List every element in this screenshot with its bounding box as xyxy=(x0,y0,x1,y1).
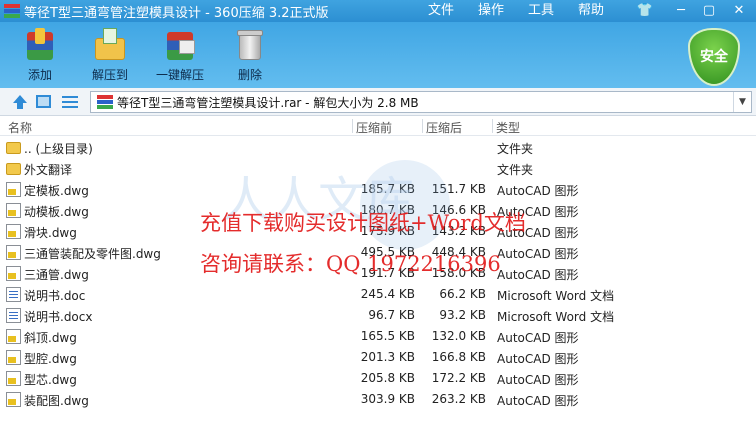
file-type: AutoCAD 图形 xyxy=(497,247,579,261)
file-list-header: 名称 压缩前 压缩后 类型 xyxy=(0,116,756,136)
path-field[interactable]: 等径T型三通弯管注塑模具设计.rar - 解包大小为 2.8 MB ▼ xyxy=(90,91,752,113)
file-name: 装配图.dwg xyxy=(24,394,89,408)
column-name[interactable]: 名称 xyxy=(8,119,32,136)
autocad-file-icon xyxy=(6,329,21,344)
one-click-extract-label: 一键解压 xyxy=(155,68,204,82)
menu-help[interactable]: 帮助 xyxy=(566,0,616,22)
menu-operation[interactable]: 操作 xyxy=(466,0,516,22)
file-name: 动模板.dwg xyxy=(24,205,89,219)
close-icon[interactable]: ✕ xyxy=(726,0,752,22)
file-type: 文件夹 xyxy=(497,163,534,177)
file-row[interactable]: 说明书.docx 96.7 KB 93.2 KB Microsoft Word 文档 xyxy=(0,305,756,326)
column-type[interactable]: 类型 xyxy=(496,119,520,136)
file-row[interactable]: 说明书.doc 245.4 KB 66.2 KB Microsoft Word 文档 xyxy=(0,284,756,305)
file-uncompressed-size: 66.2 KB xyxy=(439,287,486,301)
word-document-icon xyxy=(6,287,21,302)
file-compressed-size: 165.5 KB xyxy=(360,329,415,343)
file-row[interactable]: 型芯.dwg 205.8 KB 172.2 KB AutoCAD 图形 xyxy=(0,368,756,389)
menu-file[interactable]: 文件 xyxy=(416,0,466,22)
file-row[interactable]: .. (上级目录) 文件夹 xyxy=(0,137,756,158)
menu-tools[interactable]: 工具 xyxy=(516,0,566,22)
autocad-file-icon xyxy=(6,203,21,218)
file-type: AutoCAD 图形 xyxy=(497,331,579,345)
file-compressed-size: 303.9 KB xyxy=(360,392,415,406)
file-row[interactable]: 型腔.dwg 201.3 KB 166.8 KB AutoCAD 图形 xyxy=(0,347,756,368)
address-bar: 等径T型三通弯管注塑模具设计.rar - 解包大小为 2.8 MB ▼ xyxy=(0,88,756,116)
one-click-extract-icon xyxy=(163,28,197,62)
file-type: AutoCAD 图形 xyxy=(497,352,579,366)
column-divider[interactable] xyxy=(492,119,493,133)
file-row[interactable]: 斜顶.dwg 165.5 KB 132.0 KB AutoCAD 图形 xyxy=(0,326,756,347)
file-uncompressed-size: 93.2 KB xyxy=(439,308,486,322)
file-name: 三通管装配及零件图.dwg xyxy=(24,247,161,261)
file-uncompressed-size: 172.2 KB xyxy=(431,371,486,385)
up-arrow-icon[interactable] xyxy=(12,94,28,110)
maximize-icon[interactable]: ▢ xyxy=(696,0,722,22)
add-archive-icon xyxy=(23,28,57,62)
autocad-file-icon xyxy=(6,350,21,365)
file-name: .. (上级目录) xyxy=(24,142,93,156)
folder-icon xyxy=(6,163,21,175)
file-type: AutoCAD 图形 xyxy=(497,268,579,282)
toolbar: 添加 解压到 一键解压 删除 xyxy=(0,22,756,88)
autocad-file-icon xyxy=(6,371,21,386)
column-uncompressed-size[interactable]: 压缩后 xyxy=(426,119,462,136)
extract-to-button[interactable]: 解压到 xyxy=(80,26,140,86)
file-compressed-size: 201.3 KB xyxy=(360,350,415,364)
file-type: Microsoft Word 文档 xyxy=(497,289,615,303)
file-type: AutoCAD 图形 xyxy=(497,373,579,387)
autocad-file-icon xyxy=(6,392,21,407)
list-view-icon[interactable] xyxy=(62,94,78,110)
add-button[interactable]: 添加 xyxy=(10,26,70,86)
file-name: 外文翻译 xyxy=(24,163,73,177)
file-name: 斜顶.dwg xyxy=(24,331,77,345)
file-name: 定模板.dwg xyxy=(24,184,89,198)
file-name: 滑块.dwg xyxy=(24,226,77,240)
file-name: 三通管.dwg xyxy=(24,268,89,282)
autocad-file-icon xyxy=(6,245,21,260)
one-click-extract-button[interactable]: 一键解压 xyxy=(150,26,210,86)
file-compressed-size: 96.7 KB xyxy=(368,308,415,322)
file-uncompressed-size: 263.2 KB xyxy=(431,392,486,406)
add-label: 添加 xyxy=(27,68,52,82)
watermark-line-2: 咨询请联系：QQ 1972216396 xyxy=(200,252,501,276)
thumbnail-view-icon[interactable] xyxy=(36,95,51,108)
file-type: AutoCAD 图形 xyxy=(497,184,579,198)
column-divider[interactable] xyxy=(422,119,423,133)
watermark-line-1: 充值下载购买设计图纸+Word文档 xyxy=(200,211,526,235)
path-text: 等径T型三通弯管注塑模具设计.rar - 解包大小为 2.8 MB xyxy=(117,95,419,110)
minimize-icon[interactable]: ─ xyxy=(668,0,694,22)
file-name: 说明书.doc xyxy=(24,289,86,303)
menu-bar: 文件 操作 工具 帮助 xyxy=(414,0,616,22)
delete-trash-icon xyxy=(233,28,267,62)
file-compressed-size: 245.4 KB xyxy=(360,287,415,301)
file-type: 文件夹 xyxy=(497,142,534,156)
delete-button[interactable]: 删除 xyxy=(220,26,280,86)
column-divider[interactable] xyxy=(352,119,353,133)
file-uncompressed-size: 132.0 KB xyxy=(431,329,486,343)
extract-to-icon xyxy=(93,28,127,62)
file-type: AutoCAD 图形 xyxy=(497,394,579,408)
autocad-file-icon xyxy=(6,266,21,281)
word-document-icon xyxy=(6,308,21,323)
skin-shirt-icon[interactable]: 👕 xyxy=(632,0,658,22)
autocad-file-icon xyxy=(6,182,21,197)
archive-icon xyxy=(97,95,113,109)
file-row[interactable]: 装配图.dwg 303.9 KB 263.2 KB AutoCAD 图形 xyxy=(0,389,756,410)
delete-label: 删除 xyxy=(237,68,262,82)
chevron-down-icon[interactable]: ▼ xyxy=(733,92,751,112)
file-name: 说明书.docx xyxy=(24,310,93,324)
file-uncompressed-size: 166.8 KB xyxy=(431,350,486,364)
file-compressed-size: 205.8 KB xyxy=(360,371,415,385)
file-name: 型芯.dwg xyxy=(24,373,77,387)
autocad-file-icon xyxy=(6,224,21,239)
folder-icon xyxy=(6,142,21,154)
file-type: Microsoft Word 文档 xyxy=(497,310,615,324)
extract-to-label: 解压到 xyxy=(91,68,128,82)
window-title: 等径T型三通弯管注塑模具设计 - 360压缩 3.2正式版 xyxy=(24,5,329,21)
file-name: 型腔.dwg xyxy=(24,352,77,366)
column-compressed-size[interactable]: 压缩前 xyxy=(356,119,392,136)
app-logo-icon xyxy=(4,4,20,18)
